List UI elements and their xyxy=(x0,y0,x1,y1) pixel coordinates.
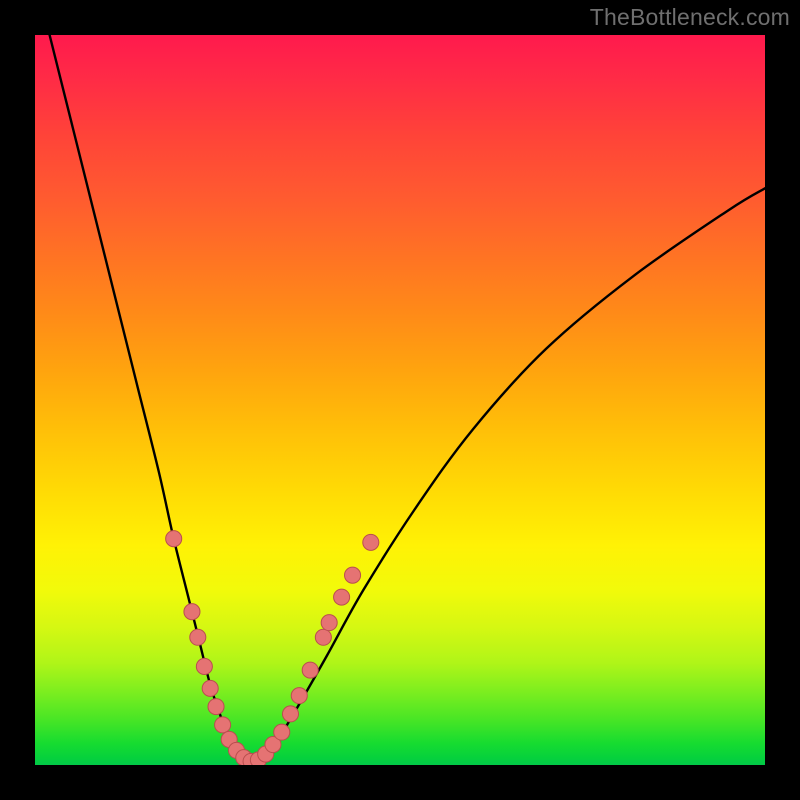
chart-frame: TheBottleneck.com xyxy=(0,0,800,800)
gradient-plot-area xyxy=(35,35,765,765)
watermark-text: TheBottleneck.com xyxy=(590,4,790,31)
